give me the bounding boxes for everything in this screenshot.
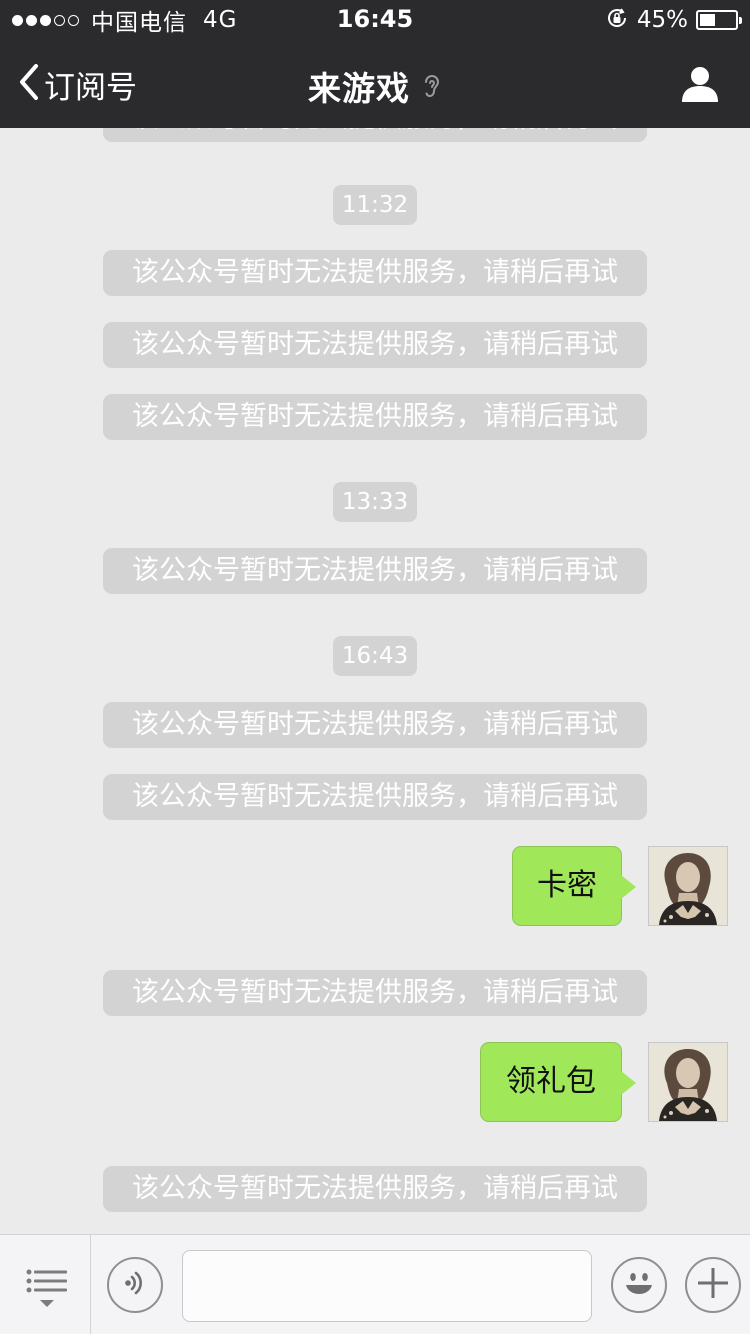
timestamp-label: 11:32 — [333, 185, 417, 225]
timestamp-label: 13:33 — [333, 482, 417, 522]
bubble-tail — [621, 1071, 636, 1095]
page-title: 来游戏 — [308, 69, 410, 108]
toolbar-divider — [90, 1235, 91, 1334]
navigation-bar: 订阅号 来游戏 — [0, 40, 750, 128]
system-message: 该公众号暂时无法提供服务，请稍后再试 — [103, 1166, 647, 1212]
avatar-portrait-image — [649, 1043, 727, 1121]
plus-icon — [696, 1266, 730, 1304]
voice-button[interactable] — [107, 1257, 163, 1313]
menu-button[interactable] — [0, 1235, 90, 1334]
input-toolbar — [0, 1234, 750, 1334]
voice-icon — [120, 1268, 150, 1302]
system-message: 该公众号暂时无法提供服务，请稍后再试 — [103, 702, 647, 748]
ear-icon — [422, 72, 442, 106]
system-message: 该公众号暂时无法提供服务，请稍后再试 — [103, 774, 647, 820]
wechat-chat-screen: 中国电信 4G 16:45 45% 订阅号 来游戏 11:32 该公众号暂时无法… — [0, 0, 750, 1334]
timestamp-label: 16:43 — [333, 636, 417, 676]
system-message: 该公众号暂时无法提供服务，请稍后再试 — [103, 394, 647, 440]
person-icon — [680, 67, 720, 108]
user-message-text: 卡密 — [537, 868, 597, 903]
system-message: 该公众号暂时无法提供服务，请稍后再试 — [103, 548, 647, 594]
bubble-tail — [621, 875, 636, 899]
user-message-bubble[interactable]: 领礼包 — [480, 1042, 636, 1122]
system-message: 该公众号暂时无法提供服务，请稍后再试 — [103, 970, 647, 1016]
emoji-button[interactable] — [611, 1257, 667, 1313]
chat-message-list[interactable]: 该公众号暂时无法提供服务，请稍后再试 11:32 该公众号暂时无法提供服务，请稍… — [0, 128, 750, 1234]
menu-icon — [26, 1269, 68, 1313]
message-input[interactable] — [182, 1250, 592, 1322]
status-bar: 中国电信 4G 16:45 45% — [0, 0, 750, 40]
user-message-bubble[interactable]: 卡密 — [512, 846, 636, 926]
add-button[interactable] — [685, 1257, 741, 1313]
user-message-text: 领礼包 — [506, 1064, 596, 1099]
title-group: 来游戏 — [0, 62, 750, 110]
emoji-icon — [619, 1263, 659, 1307]
system-message: 该公众号暂时无法提供服务，请稍后再试 — [103, 250, 647, 296]
avatar[interactable] — [648, 846, 728, 926]
battery-percentage: 45% — [636, 7, 688, 33]
battery-tip — [739, 17, 742, 24]
battery-icon — [696, 10, 742, 30]
avatar-portrait-image — [649, 847, 727, 925]
status-right: 45% — [605, 6, 742, 34]
rotation-lock-icon — [605, 6, 629, 34]
profile-button[interactable] — [680, 64, 720, 104]
avatar[interactable] — [648, 1042, 728, 1122]
system-message: 该公众号暂时无法提供服务，请稍后再试 — [103, 322, 647, 368]
battery-level-fill — [700, 14, 716, 26]
system-message: 该公众号暂时无法提供服务，请稍后再试 — [103, 128, 647, 142]
